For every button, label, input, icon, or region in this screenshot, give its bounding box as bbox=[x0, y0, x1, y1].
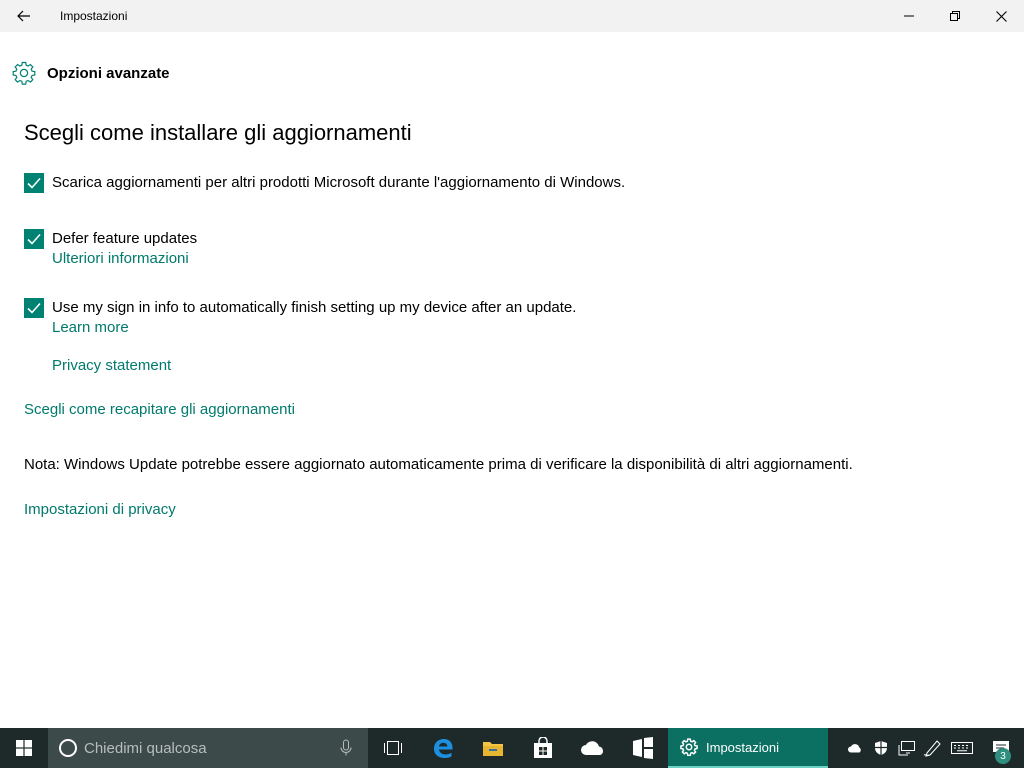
notification-count-badge: 3 bbox=[995, 748, 1011, 764]
option-download-other-products: Scarica aggiornamenti per altri prodotti… bbox=[24, 173, 625, 193]
checkmark-icon bbox=[27, 302, 41, 314]
minimize-icon bbox=[904, 15, 914, 17]
privacy-settings-link[interactable]: Impostazioni di privacy bbox=[24, 501, 176, 518]
back-button[interactable] bbox=[0, 0, 48, 32]
more-info-link[interactable]: Ulteriori informazioni bbox=[52, 250, 189, 267]
system-tray: 3 bbox=[842, 728, 1024, 768]
cloud-icon bbox=[848, 744, 861, 753]
checkmark-icon bbox=[27, 233, 41, 245]
gear-icon bbox=[680, 738, 698, 756]
close-button[interactable] bbox=[978, 0, 1024, 32]
back-arrow-icon bbox=[17, 10, 30, 22]
restore-button[interactable] bbox=[932, 0, 978, 32]
window-controls bbox=[886, 0, 1024, 32]
taskbar: Chiedimi qualcosa Impostazioni 3 bbox=[0, 728, 1024, 768]
option-defer-feature-updates: Defer feature updates bbox=[24, 229, 197, 249]
action-center-button[interactable]: 3 bbox=[979, 728, 1023, 768]
edge-browser-icon bbox=[434, 739, 453, 758]
checkmark-icon bbox=[27, 177, 41, 189]
task-view-icon bbox=[384, 741, 402, 755]
privacy-statement-link[interactable]: Privacy statement bbox=[52, 357, 171, 374]
gear-icon bbox=[12, 61, 36, 85]
minimize-button[interactable] bbox=[886, 0, 932, 32]
learn-more-link[interactable]: Learn more bbox=[52, 319, 129, 336]
folder-icon bbox=[483, 742, 503, 756]
tray-pen[interactable] bbox=[921, 728, 945, 768]
search-box[interactable]: Chiedimi qualcosa bbox=[48, 728, 368, 768]
windows-logo-icon bbox=[16, 740, 32, 756]
active-app-label: Impostazioni bbox=[706, 739, 779, 755]
network-icon bbox=[898, 741, 915, 756]
task-view-button[interactable] bbox=[368, 728, 418, 768]
close-icon bbox=[995, 10, 1007, 22]
window-title: Impostazioni bbox=[60, 9, 128, 23]
update-note: Nota: Windows Update potrebbe essere agg… bbox=[24, 456, 853, 473]
store-button[interactable] bbox=[518, 728, 568, 768]
file-explorer-button[interactable] bbox=[468, 728, 518, 768]
microphone-icon[interactable] bbox=[340, 739, 352, 757]
option-label: Scarica aggiornamenti per altri prodotti… bbox=[52, 174, 626, 191]
option-sign-in-info: Use my sign in info to automatically fin… bbox=[24, 298, 576, 318]
page-header: Opzioni avanzate bbox=[12, 60, 170, 86]
search-placeholder: Chiedimi qualcosa bbox=[84, 739, 207, 757]
option-label: Defer feature updates bbox=[52, 230, 198, 247]
checkbox-sign-in-info[interactable] bbox=[24, 298, 44, 318]
cloud-icon bbox=[581, 741, 603, 755]
checkbox-defer-updates[interactable] bbox=[24, 229, 44, 249]
store-bag-icon bbox=[534, 737, 552, 758]
section-title: Scegli come installare gli aggiornamenti bbox=[24, 120, 412, 145]
start-button[interactable] bbox=[0, 728, 48, 768]
checkbox-other-products[interactable] bbox=[24, 173, 44, 193]
tray-onedrive[interactable] bbox=[843, 728, 867, 768]
active-app-settings[interactable]: Impostazioni bbox=[668, 728, 828, 768]
edge-button[interactable] bbox=[418, 728, 468, 768]
restore-icon bbox=[950, 11, 960, 21]
tray-network[interactable] bbox=[895, 728, 919, 768]
tiles-icon bbox=[633, 737, 653, 759]
page-title: Opzioni avanzate bbox=[47, 64, 170, 82]
cortana-icon bbox=[59, 739, 77, 757]
delivery-options-link[interactable]: Scegli come recapitare gli aggiornamenti bbox=[24, 401, 295, 418]
tiles-app-button[interactable] bbox=[618, 728, 668, 768]
onedrive-button[interactable] bbox=[568, 728, 618, 768]
tray-keyboard[interactable] bbox=[947, 728, 977, 768]
shield-icon bbox=[875, 741, 887, 755]
pen-icon bbox=[923, 740, 941, 757]
option-label: Use my sign in info to automatically fin… bbox=[52, 299, 577, 316]
keyboard-icon bbox=[951, 742, 973, 754]
title-bar: Impostazioni bbox=[0, 0, 1024, 32]
tray-defender[interactable] bbox=[869, 728, 893, 768]
